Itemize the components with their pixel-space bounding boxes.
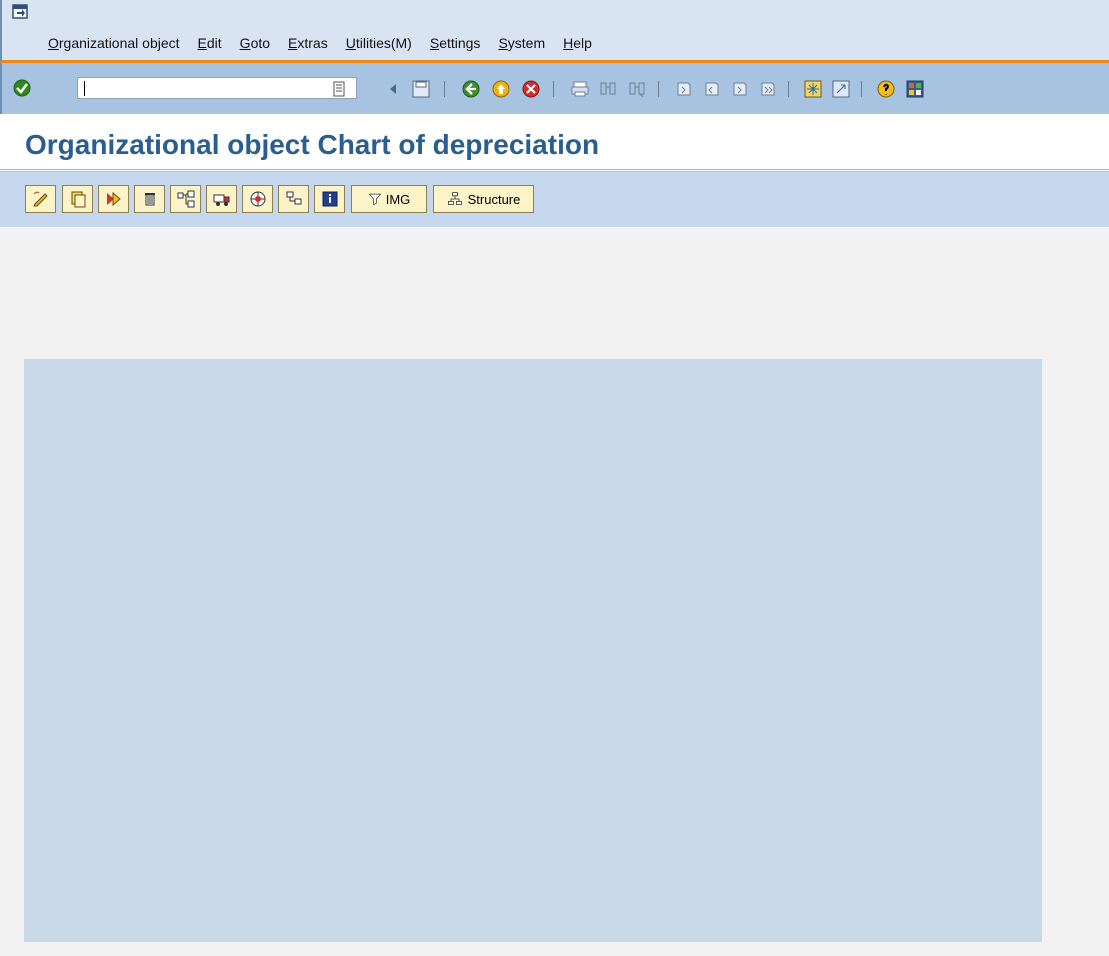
tree-icon	[286, 191, 301, 205]
edit-pencil-icon	[32, 191, 48, 207]
copy-as-button[interactable]	[98, 185, 129, 213]
exit-icon[interactable]	[491, 79, 511, 99]
filter-icon	[368, 193, 382, 206]
menu-bar: Organizational object Edit Goto Extras U…	[0, 0, 1109, 63]
menu-items: Organizational object Edit Goto Extras U…	[48, 35, 610, 51]
transport-button[interactable]	[206, 185, 237, 213]
page-title: Organizational object Chart of depreciat…	[25, 129, 600, 160]
menu-edit[interactable]: Edit	[198, 35, 222, 51]
back-arrow-icon[interactable]	[383, 79, 403, 99]
layout-menu-icon[interactable]	[905, 79, 925, 99]
content-panel	[24, 359, 1042, 942]
shortcut-icon[interactable]	[831, 79, 851, 99]
menu-icon[interactable]	[12, 4, 28, 19]
where-used-button[interactable]	[170, 185, 201, 213]
new-session-icon[interactable]	[803, 79, 823, 99]
menu-help[interactable]: Help	[563, 35, 592, 51]
first-page-icon[interactable]	[674, 79, 694, 99]
help-icon[interactable]	[876, 79, 896, 99]
previous-page-icon[interactable]	[702, 79, 722, 99]
next-page-icon[interactable]	[730, 79, 750, 99]
back-icon[interactable]	[461, 79, 481, 99]
change-button[interactable]	[25, 185, 56, 213]
img-button-label: IMG	[385, 191, 411, 207]
menu-extras[interactable]: Extras	[288, 35, 328, 51]
copy-icon	[71, 191, 85, 208]
copy-button[interactable]	[62, 185, 93, 213]
hierarchy-icon	[177, 190, 194, 208]
menu-system[interactable]: System	[498, 35, 545, 51]
command-history-icon[interactable]	[333, 81, 345, 97]
menu-utilities[interactable]: Utilities(M)	[346, 35, 412, 51]
cancel-icon[interactable]	[521, 79, 541, 99]
menu-settings[interactable]: Settings	[430, 35, 481, 51]
last-page-icon[interactable]	[758, 79, 778, 99]
structure-button[interactable]: Structure	[433, 185, 534, 213]
network-button[interactable]	[242, 185, 273, 213]
network-icon	[250, 191, 265, 207]
command-field[interactable]	[77, 77, 357, 99]
print-icon[interactable]	[570, 79, 590, 99]
structure-icon	[447, 192, 462, 205]
system-toolbar	[0, 63, 1109, 114]
find-next-icon[interactable]	[627, 79, 647, 99]
truck-icon	[213, 194, 229, 206]
find-icon[interactable]	[598, 79, 618, 99]
information-button[interactable]	[314, 185, 345, 213]
trash-icon	[144, 193, 155, 206]
menu-goto[interactable]: Goto	[240, 35, 270, 51]
info-icon	[322, 191, 337, 207]
application-toolbar: IMG Structure	[0, 171, 1109, 227]
menu-organizational-object[interactable]: Organizational object	[48, 35, 180, 51]
structure-button-label: Structure	[467, 191, 521, 207]
delete-button[interactable]	[134, 185, 165, 213]
enter-icon[interactable]	[12, 78, 32, 98]
copy-arrows-icon	[106, 191, 121, 207]
display-structure-button[interactable]	[278, 185, 309, 213]
save-icon[interactable]	[411, 79, 431, 99]
img-button[interactable]: IMG	[351, 185, 427, 213]
title-area: Organizational object Chart of depreciat…	[0, 114, 1109, 170]
